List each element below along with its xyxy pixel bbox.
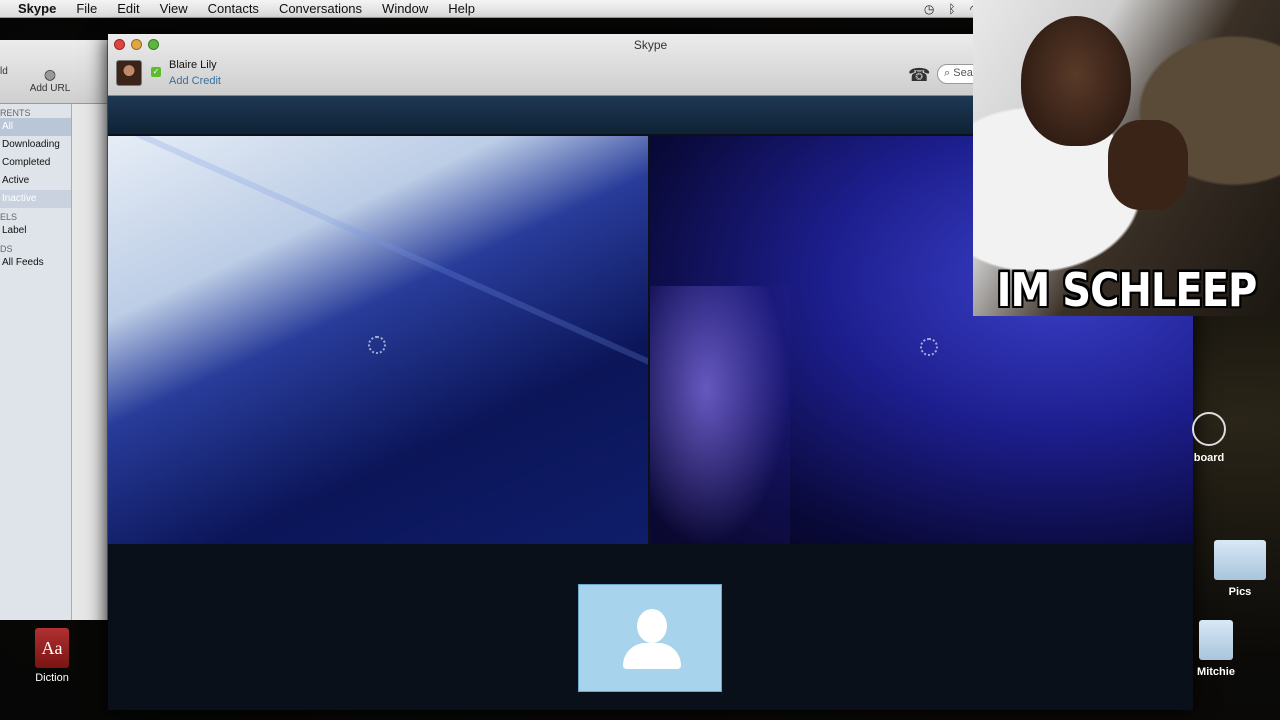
section-feeds: DS xyxy=(0,244,13,254)
bluetooth-icon[interactable]: ᛒ xyxy=(948,2,955,16)
menu-conversations[interactable]: Conversations xyxy=(269,1,372,16)
section-torrents: RENTS xyxy=(0,108,31,118)
background-app-toolbar: ld ◍ Add URL xyxy=(0,40,107,104)
menu-window[interactable]: Window xyxy=(372,1,438,16)
filter-all[interactable]: All xyxy=(0,118,71,136)
meme-caption: IM SCHLEEP xyxy=(996,264,1258,316)
search-placeholder: Sea xyxy=(953,67,973,79)
folder-icon xyxy=(1214,540,1266,580)
add-url-label: Add URL xyxy=(29,83,71,94)
background-app-sidebar: RENTS All Downloading Completed Active I… xyxy=(0,104,72,620)
filter-completed[interactable]: Completed xyxy=(0,154,71,172)
dashboard-icon xyxy=(1192,412,1226,446)
video-artifact xyxy=(650,286,790,544)
folder-icon xyxy=(1199,620,1233,660)
online-status-icon: ✓ xyxy=(151,67,161,77)
video-artifact xyxy=(108,136,648,405)
filter-inactive[interactable]: Inactive xyxy=(0,190,71,208)
menu-contacts[interactable]: Contacts xyxy=(198,1,269,16)
filter-active[interactable]: Active xyxy=(0,172,71,190)
menu-extras: ◷ ᛒ ◠ xyxy=(924,0,980,18)
default-avatar-body xyxy=(623,643,681,669)
contact-avatar[interactable] xyxy=(116,60,142,86)
section-labels: ELS xyxy=(0,212,18,222)
self-view-preview[interactable] xyxy=(578,584,722,692)
mitchie-label: Mitchie xyxy=(1197,666,1235,678)
dashboard-label: board xyxy=(1193,452,1225,464)
toolbar-button-partial[interactable]: ld xyxy=(0,66,8,77)
sleeping-face xyxy=(1021,16,1131,146)
label-item[interactable]: Label xyxy=(0,222,71,240)
screen: Skype File Edit View Contacts Conversati… xyxy=(0,0,1280,720)
filter-downloading[interactable]: Downloading xyxy=(0,136,71,154)
mitchie-folder[interactable]: Mitchie xyxy=(1186,620,1246,678)
menu-help[interactable]: Help xyxy=(438,1,485,16)
menu-edit[interactable]: Edit xyxy=(107,1,149,16)
phone-icon[interactable]: ☎ xyxy=(908,65,930,86)
globe-icon: ◍ xyxy=(43,66,57,82)
background-app-window: ld ◍ Add URL RENTS All Downloading Compl… xyxy=(0,40,108,620)
dictionary-icon: Aa xyxy=(35,628,69,668)
pics-folder[interactable]: Pics xyxy=(1210,540,1270,598)
menu-view[interactable]: View xyxy=(150,1,198,16)
time-machine-icon[interactable]: ◷ xyxy=(924,2,934,16)
hand-with-jewelry xyxy=(1108,120,1188,210)
loading-spinner-icon xyxy=(920,338,938,356)
dashboard-desktop-icon[interactable]: board xyxy=(1184,412,1234,464)
dictionary-desktop-icon[interactable]: Aa Diction xyxy=(30,628,74,684)
dictionary-label: Diction xyxy=(35,672,69,684)
default-avatar-icon xyxy=(637,609,667,643)
add-url-button[interactable]: ◍ Add URL xyxy=(28,66,72,94)
menu-file[interactable]: File xyxy=(66,1,107,16)
all-feeds-item[interactable]: All Feeds xyxy=(0,254,71,272)
contact-name[interactable]: Blaire Lily xyxy=(169,59,217,71)
menu-app-name[interactable]: Skype xyxy=(18,1,66,16)
add-credit-link[interactable]: Add Credit xyxy=(169,75,221,87)
loading-spinner-icon xyxy=(368,336,386,354)
meme-overlay-image: IM SCHLEEP xyxy=(973,0,1280,316)
pics-label: Pics xyxy=(1228,586,1252,598)
video-feed-left[interactable] xyxy=(108,136,648,544)
search-icon: ⌕ xyxy=(944,67,951,79)
